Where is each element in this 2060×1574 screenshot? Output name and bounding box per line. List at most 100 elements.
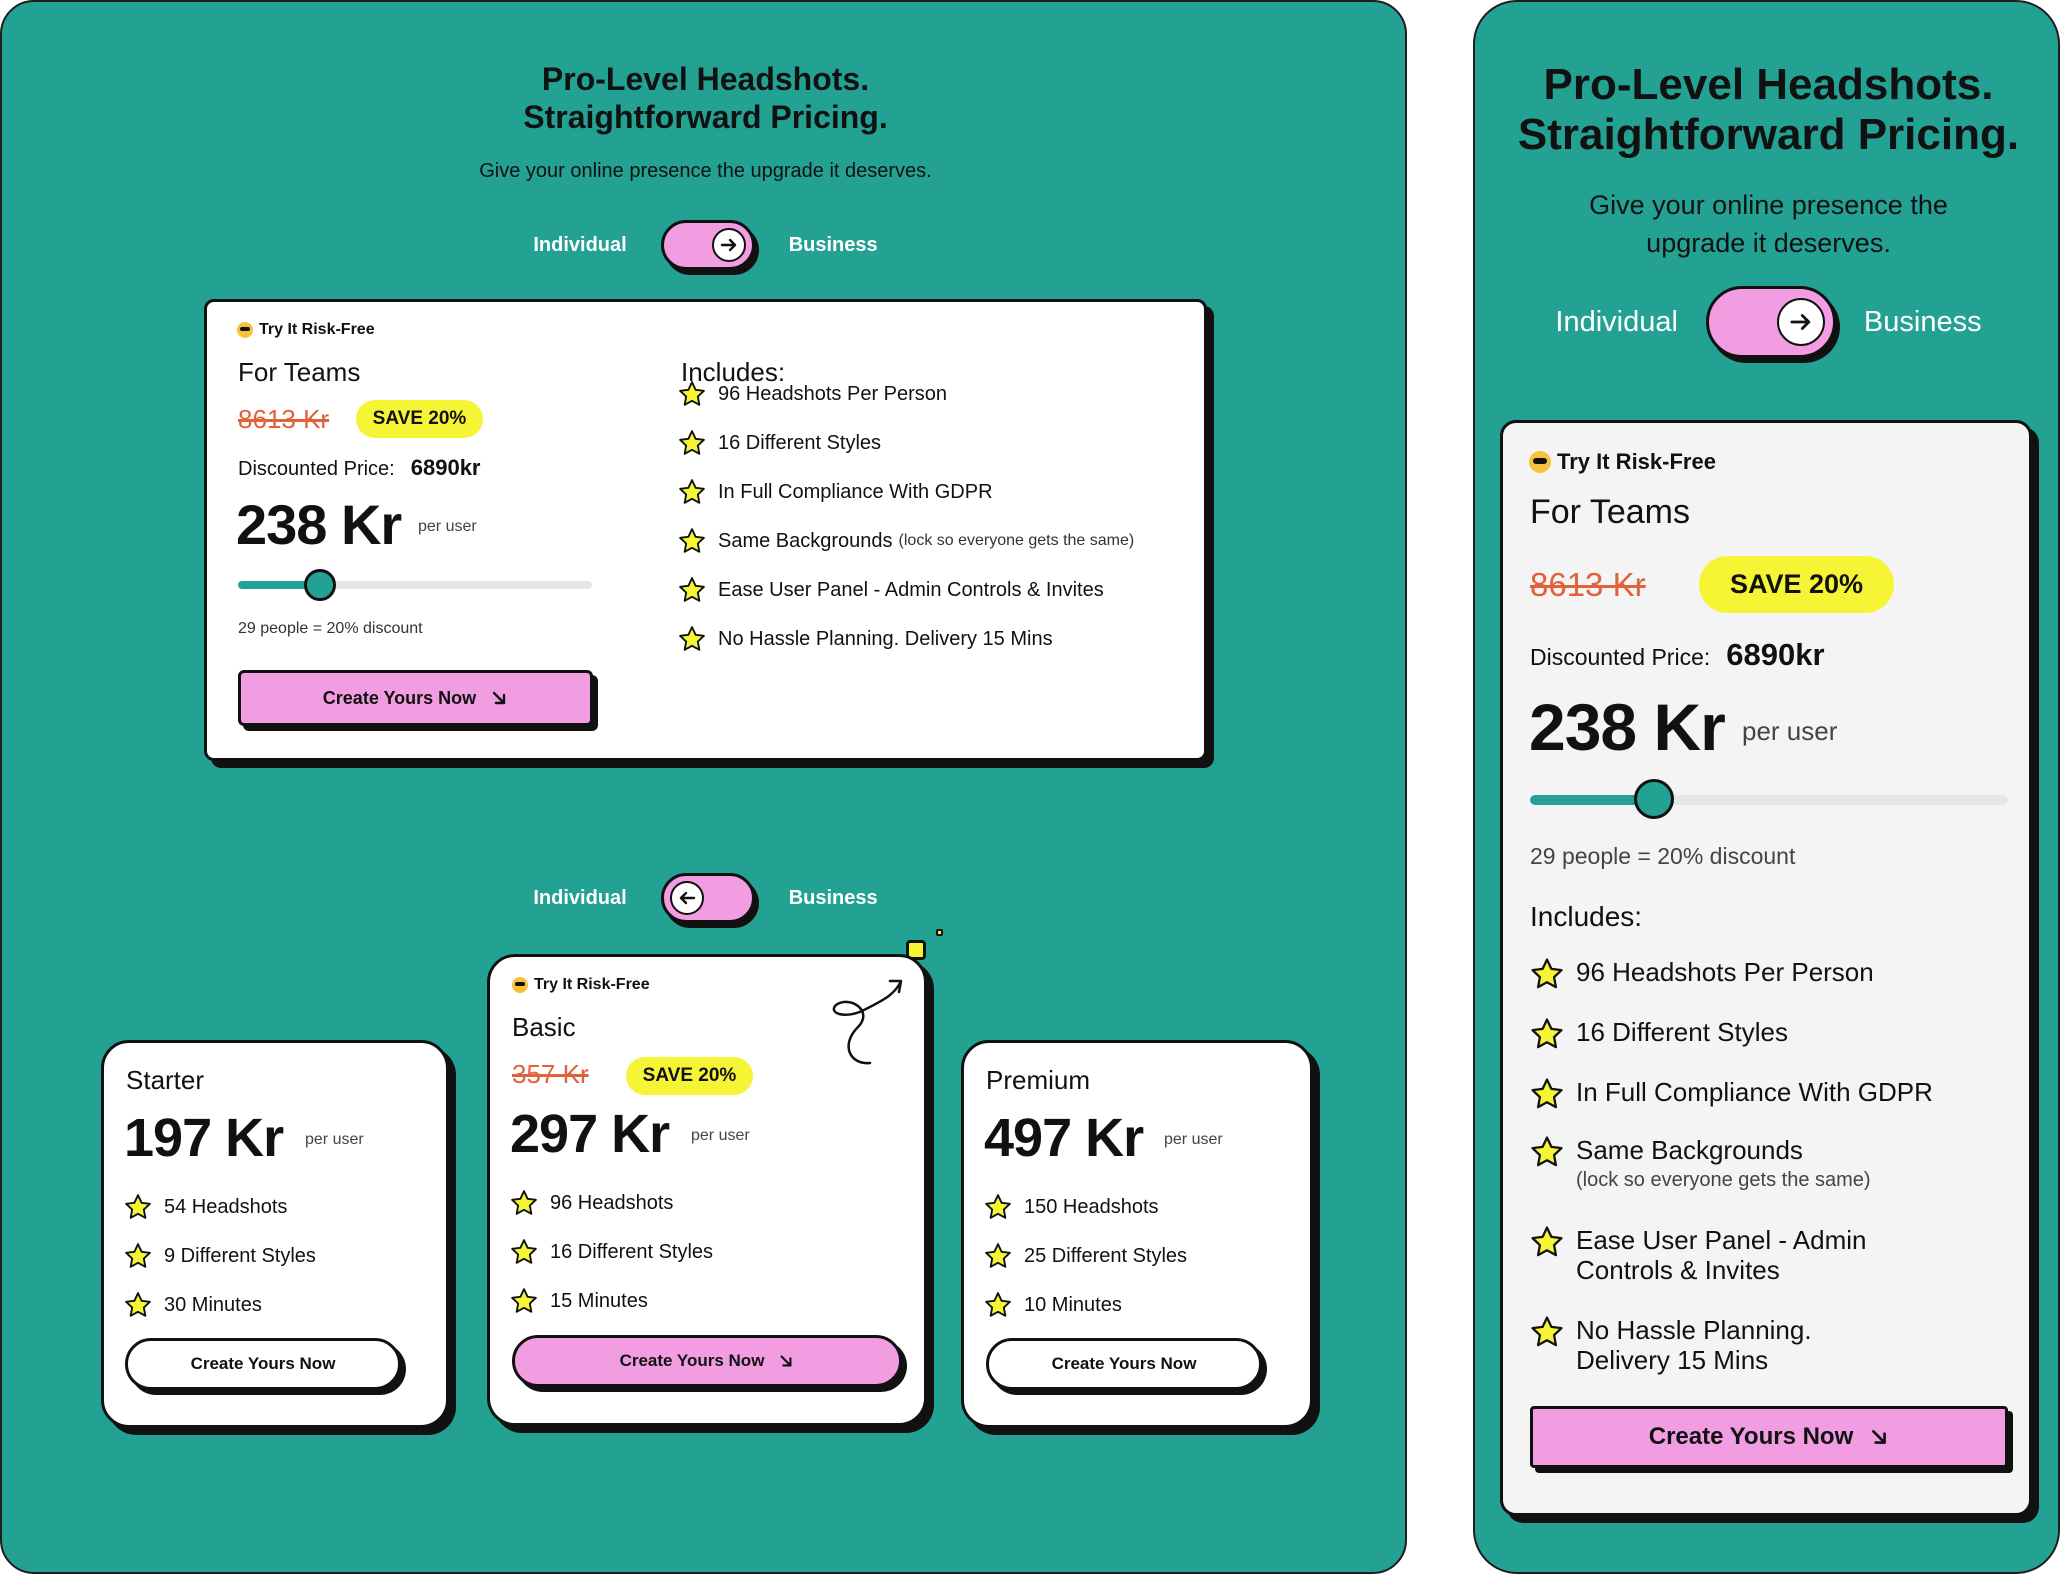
team-size-slider[interactable] xyxy=(238,569,592,601)
star-icon xyxy=(125,1194,151,1219)
feature-item: In Full Compliance With GDPR xyxy=(1530,1077,1933,1111)
per-user-label: per user xyxy=(1164,1131,1223,1148)
create-yours-now-button[interactable]: Create Yours Now xyxy=(986,1338,1262,1390)
star-icon xyxy=(1531,1226,1563,1257)
arrow-right-icon xyxy=(711,228,746,262)
page-subtitle: Give your online presence the upgrade it… xyxy=(479,160,932,182)
feature-label: 30 Minutes xyxy=(164,1293,262,1316)
save-badge: SAVE 20% xyxy=(356,400,483,438)
subtitle-line-1: Give your online presence the xyxy=(1589,190,1948,220)
feature-label: 96 Headshots xyxy=(550,1191,674,1214)
sunglasses-emoji-icon xyxy=(237,322,253,338)
feature-label: 96 Headshots Per Person xyxy=(1576,957,1874,987)
title-line-1: Pro-Level Headshots. xyxy=(541,61,870,97)
create-yours-now-button[interactable]: Create Yours Now xyxy=(1530,1406,2008,1468)
feature-label: 25 Different Styles xyxy=(1024,1244,1188,1267)
premium-plan-card: Premium 497 Kr per user 150 Headshots 25 … xyxy=(961,1040,1313,1428)
plan-toggle-switch[interactable] xyxy=(660,873,755,923)
create-yours-now-button[interactable]: Create Yours Now xyxy=(125,1338,401,1390)
original-price: 8613 Kr xyxy=(238,404,330,434)
plan-toggle-individual: Individual Business xyxy=(2,870,1409,926)
plan-toggle-switch[interactable] xyxy=(1705,286,1836,358)
slider-caption: 29 people = 20% discount xyxy=(1530,843,1796,869)
desktop-pricing-panel: Pro-Level Headshots. Straightforward Pri… xyxy=(0,0,1407,1574)
toggle-label-business[interactable]: Business xyxy=(789,887,878,910)
feature-item: 9 Different Styles xyxy=(124,1242,316,1270)
toggle-label-business[interactable]: Business xyxy=(1864,306,1982,339)
toggle-label-individual[interactable]: Individual xyxy=(533,887,626,910)
original-price: 357 Kr xyxy=(512,1059,589,1089)
feature-item: In Full Compliance With GDPR xyxy=(678,478,999,506)
feature-item: Same Backgrounds (lock so everyone gets t… xyxy=(1530,1135,1871,1192)
toggle-label-business[interactable]: Business xyxy=(789,234,878,257)
create-yours-now-button[interactable]: Create Yours Now xyxy=(512,1335,902,1387)
star-icon xyxy=(1531,1078,1563,1109)
feature-label: 16 Different Styles xyxy=(1576,1017,1788,1047)
toggle-label-individual[interactable]: Individual xyxy=(1555,306,1678,339)
sunglasses-emoji-icon xyxy=(512,977,528,993)
star-icon xyxy=(511,1288,537,1313)
price-per-user: 238 Kr xyxy=(236,493,402,556)
discounted-price-value: 6890kr xyxy=(1726,637,1825,672)
feature-item: No Hassle Planning. Delivery 15 Mins xyxy=(678,625,1059,653)
feature-item: 96 Headshots Per Person xyxy=(678,380,953,408)
slider-thumb[interactable] xyxy=(304,569,336,601)
starter-plan-card: Starter 197 Kr per user 54 Headshots 9 Di… xyxy=(101,1040,449,1428)
risk-free-label: Try It Risk-Free xyxy=(259,321,375,338)
feature-item: Ease User Panel - Admin Controls & Invit… xyxy=(678,576,1110,604)
plan-name: For Teams xyxy=(1530,493,1690,531)
star-icon xyxy=(679,577,705,602)
feature-item: 96 Headshots xyxy=(510,1189,673,1217)
feature-item: 16 Different Styles xyxy=(1530,1017,1788,1051)
feature-label-line2: Delivery 15 Mins xyxy=(1576,1345,1769,1376)
title-line-2: Straightforward Pricing. xyxy=(523,99,888,136)
discounted-price-label: Discounted Price: xyxy=(1530,644,1711,670)
feature-label: 16 Different Styles xyxy=(718,431,882,454)
discounted-price-row: Discounted Price: 6890kr xyxy=(238,455,481,481)
risk-free-tag: Try It Risk-Free xyxy=(512,976,650,994)
discounted-price-label: Discounted Price: xyxy=(238,458,395,480)
plan-name: Starter xyxy=(126,1065,205,1095)
feature-label: Ease User Panel - Admin xyxy=(1576,1225,1867,1255)
feature-label: 15 Minutes xyxy=(550,1289,648,1312)
sparkle-dot-icon xyxy=(936,929,943,936)
star-icon xyxy=(679,479,705,504)
title-line-2: Straightforward Pricing. xyxy=(1517,110,2020,160)
per-user-label: per user xyxy=(305,1131,364,1148)
star-icon xyxy=(679,430,705,455)
per-user-label: per user xyxy=(1742,716,1838,746)
feature-label: 150 Headshots xyxy=(1024,1195,1159,1218)
cta-label: Create Yours Now xyxy=(1648,1423,1854,1450)
feature-item: 16 Different Styles xyxy=(678,429,887,457)
risk-free-label: Try It Risk-Free xyxy=(534,976,650,993)
star-icon xyxy=(985,1243,1011,1268)
plan-toggle-business: Individual Business xyxy=(1475,284,2060,360)
per-user-label: per user xyxy=(691,1127,750,1144)
feature-label: 54 Headshots xyxy=(164,1195,288,1218)
arrow-down-right-icon xyxy=(780,1355,792,1367)
star-icon xyxy=(985,1292,1011,1317)
arrow-left-icon xyxy=(669,881,704,915)
teams-pricing-card: Try It Risk-Free For Teams 8613 Kr SAVE … xyxy=(204,299,1207,761)
plan-name: Premium xyxy=(986,1065,1091,1095)
feature-label: In Full Compliance With GDPR xyxy=(1576,1077,1933,1107)
toggle-label-individual[interactable]: Individual xyxy=(533,234,626,257)
feature-label: 9 Different Styles xyxy=(164,1244,316,1267)
team-size-slider[interactable] xyxy=(1530,779,2008,819)
create-yours-now-button[interactable]: Create Yours Now xyxy=(238,670,593,726)
cta-label: Create Yours Now xyxy=(619,1351,765,1370)
feature-item: Same Backgrounds (lock so everyone gets t… xyxy=(678,527,1134,555)
sunglasses-emoji-icon xyxy=(1529,451,1551,473)
feature-item: 15 Minutes xyxy=(510,1287,648,1315)
feature-item: 25 Different Styles xyxy=(984,1242,1187,1270)
mobile-pricing-panel: Pro-Level Headshots. Straightforward Pri… xyxy=(1473,0,2060,1574)
feature-label: 10 Minutes xyxy=(1024,1293,1122,1316)
price-per-user: 238 Kr xyxy=(1529,690,1726,764)
plan-toggle-switch[interactable] xyxy=(660,220,755,270)
star-icon xyxy=(1531,1316,1563,1347)
plan-price: 197 Kr xyxy=(124,1108,284,1168)
slider-thumb[interactable] xyxy=(1634,779,1674,819)
subtitle-line-2: upgrade it deserves. xyxy=(1646,228,1891,259)
feature-item: 96 Headshots Per Person xyxy=(1530,957,1874,991)
star-icon xyxy=(511,1190,537,1215)
